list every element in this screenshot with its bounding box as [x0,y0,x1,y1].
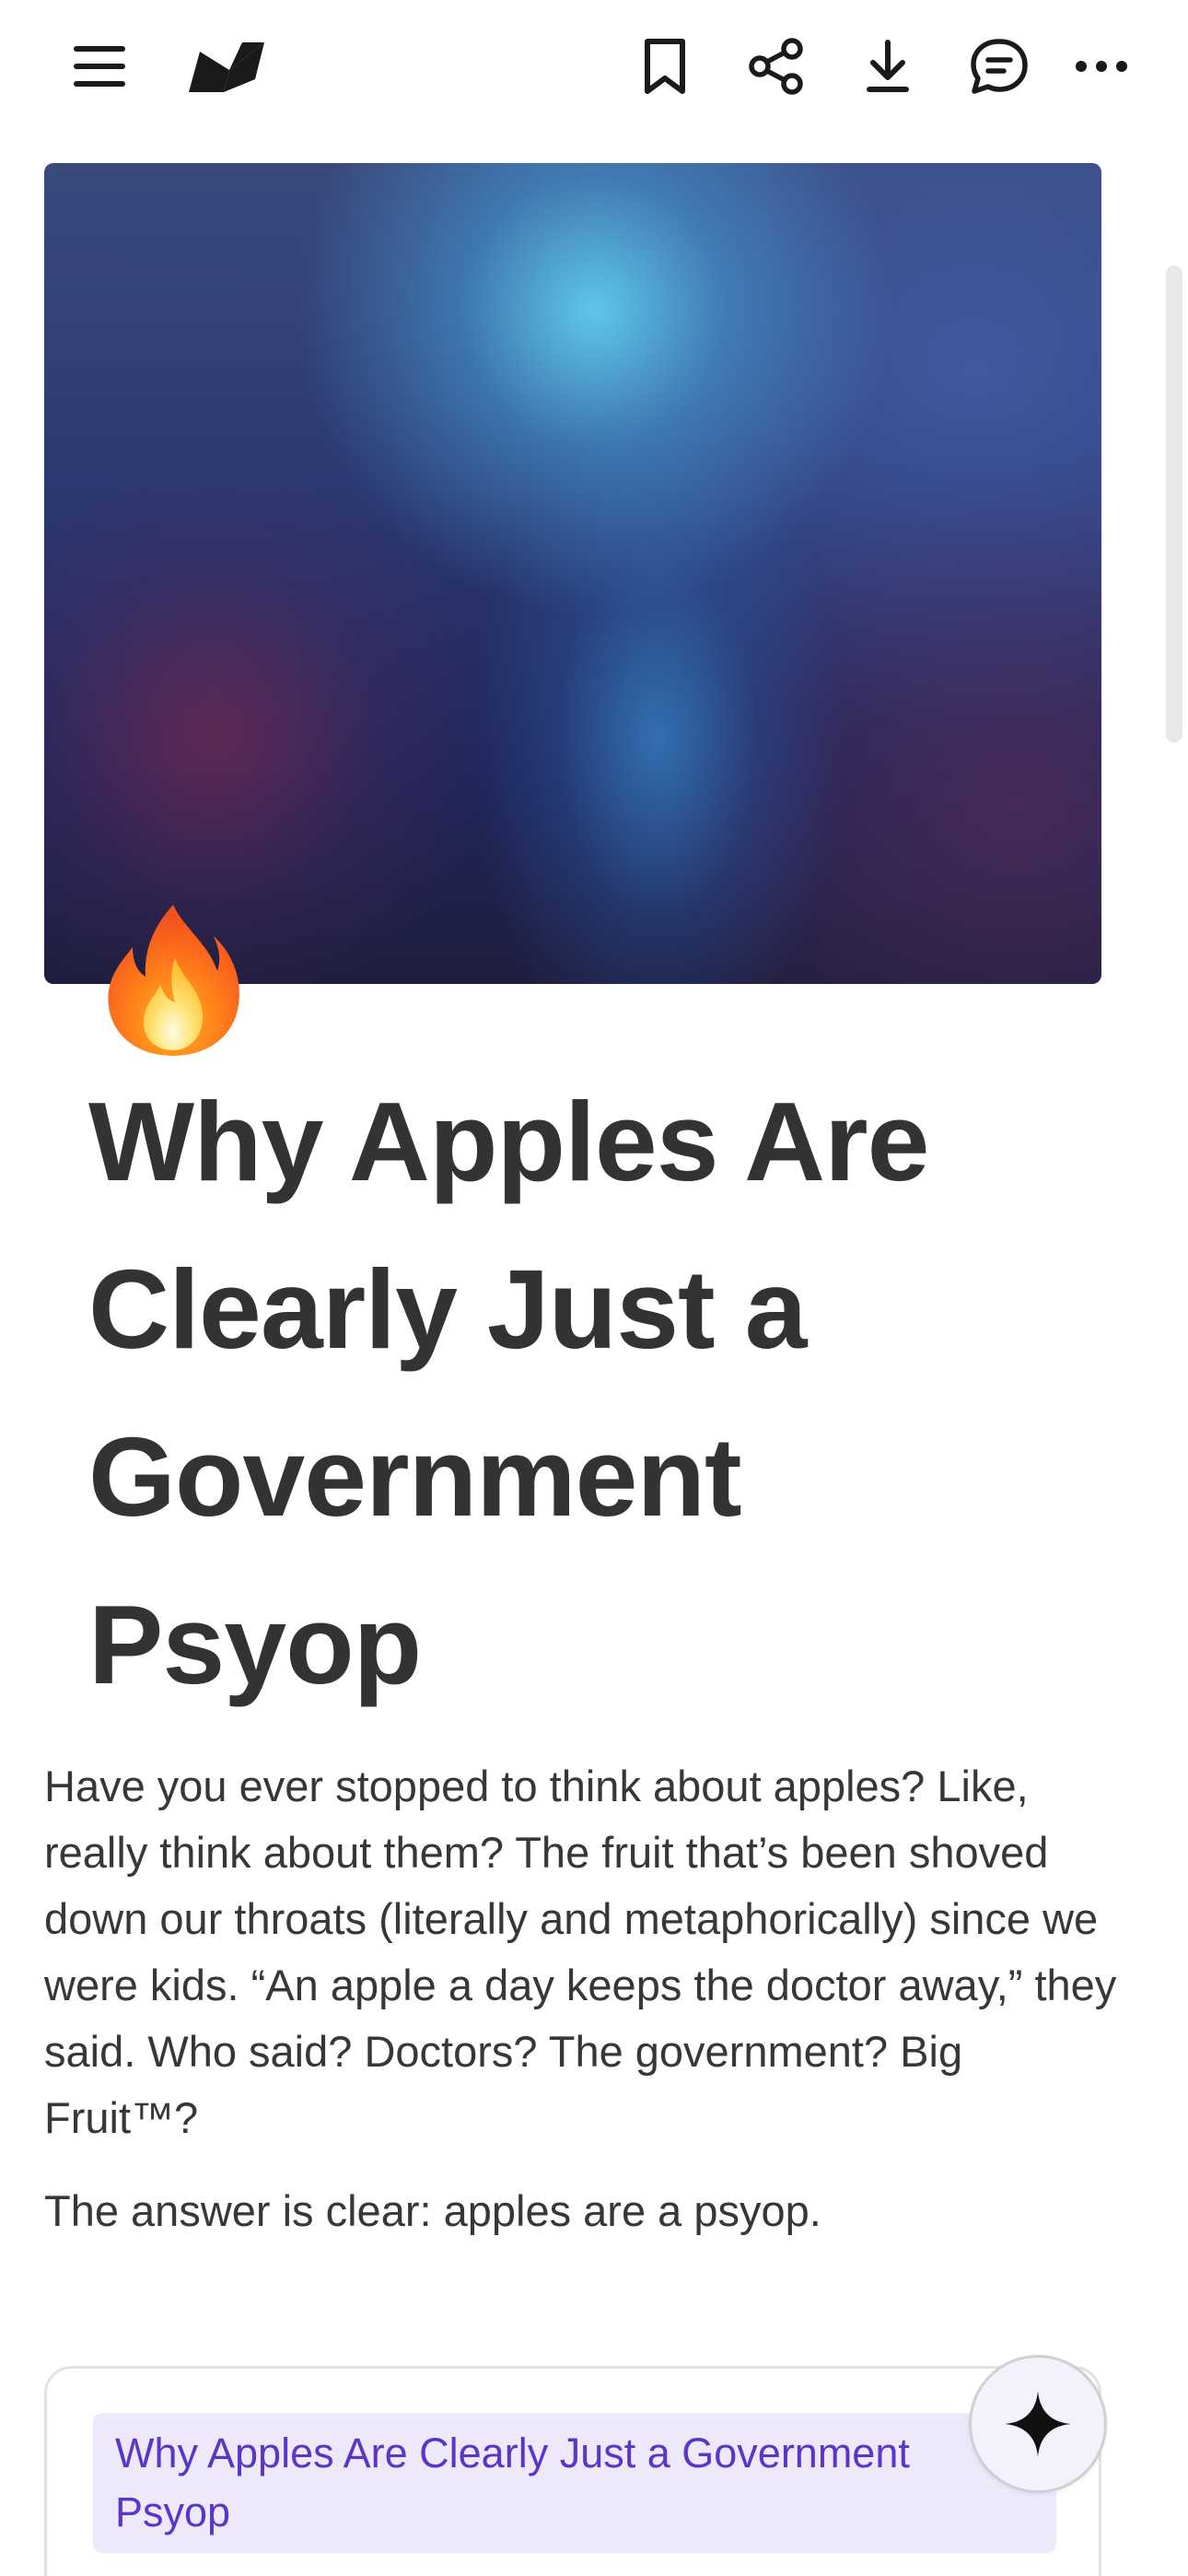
top-toolbar [0,0,1188,131]
download-icon[interactable] [855,33,921,100]
table-of-contents: Why Apples Are Clearly Just a Government… [44,2366,1101,2576]
scrollbar-thumb[interactable] [1166,265,1182,743]
fire-icon[interactable] [99,901,247,1058]
more-horizontal-icon[interactable] [1068,33,1135,100]
cover-image[interactable] [44,163,1101,984]
comment-icon[interactable] [966,33,1032,100]
paragraph[interactable]: Have you ever stopped to think about app… [44,1753,1122,2151]
page-title[interactable]: Why Apples Are Clearly Just a Government… [88,1058,1065,1728]
share-icon[interactable] [743,33,809,100]
sparkle-icon [1005,2391,1071,2457]
toc-item[interactable]: Why Apples Are Clearly Just a Government… [93,2413,1056,2553]
hamburger-menu-icon[interactable] [66,33,133,100]
app-logo[interactable] [184,33,269,100]
scrollbar[interactable] [1160,131,1188,2576]
bookmark-icon[interactable] [632,33,698,100]
ai-assistant-button[interactable] [969,2355,1107,2493]
paragraph[interactable]: The answer is clear: apples are a psyop. [44,2178,1122,2244]
page: Why Apples Are Clearly Just a Government… [0,0,1188,2576]
